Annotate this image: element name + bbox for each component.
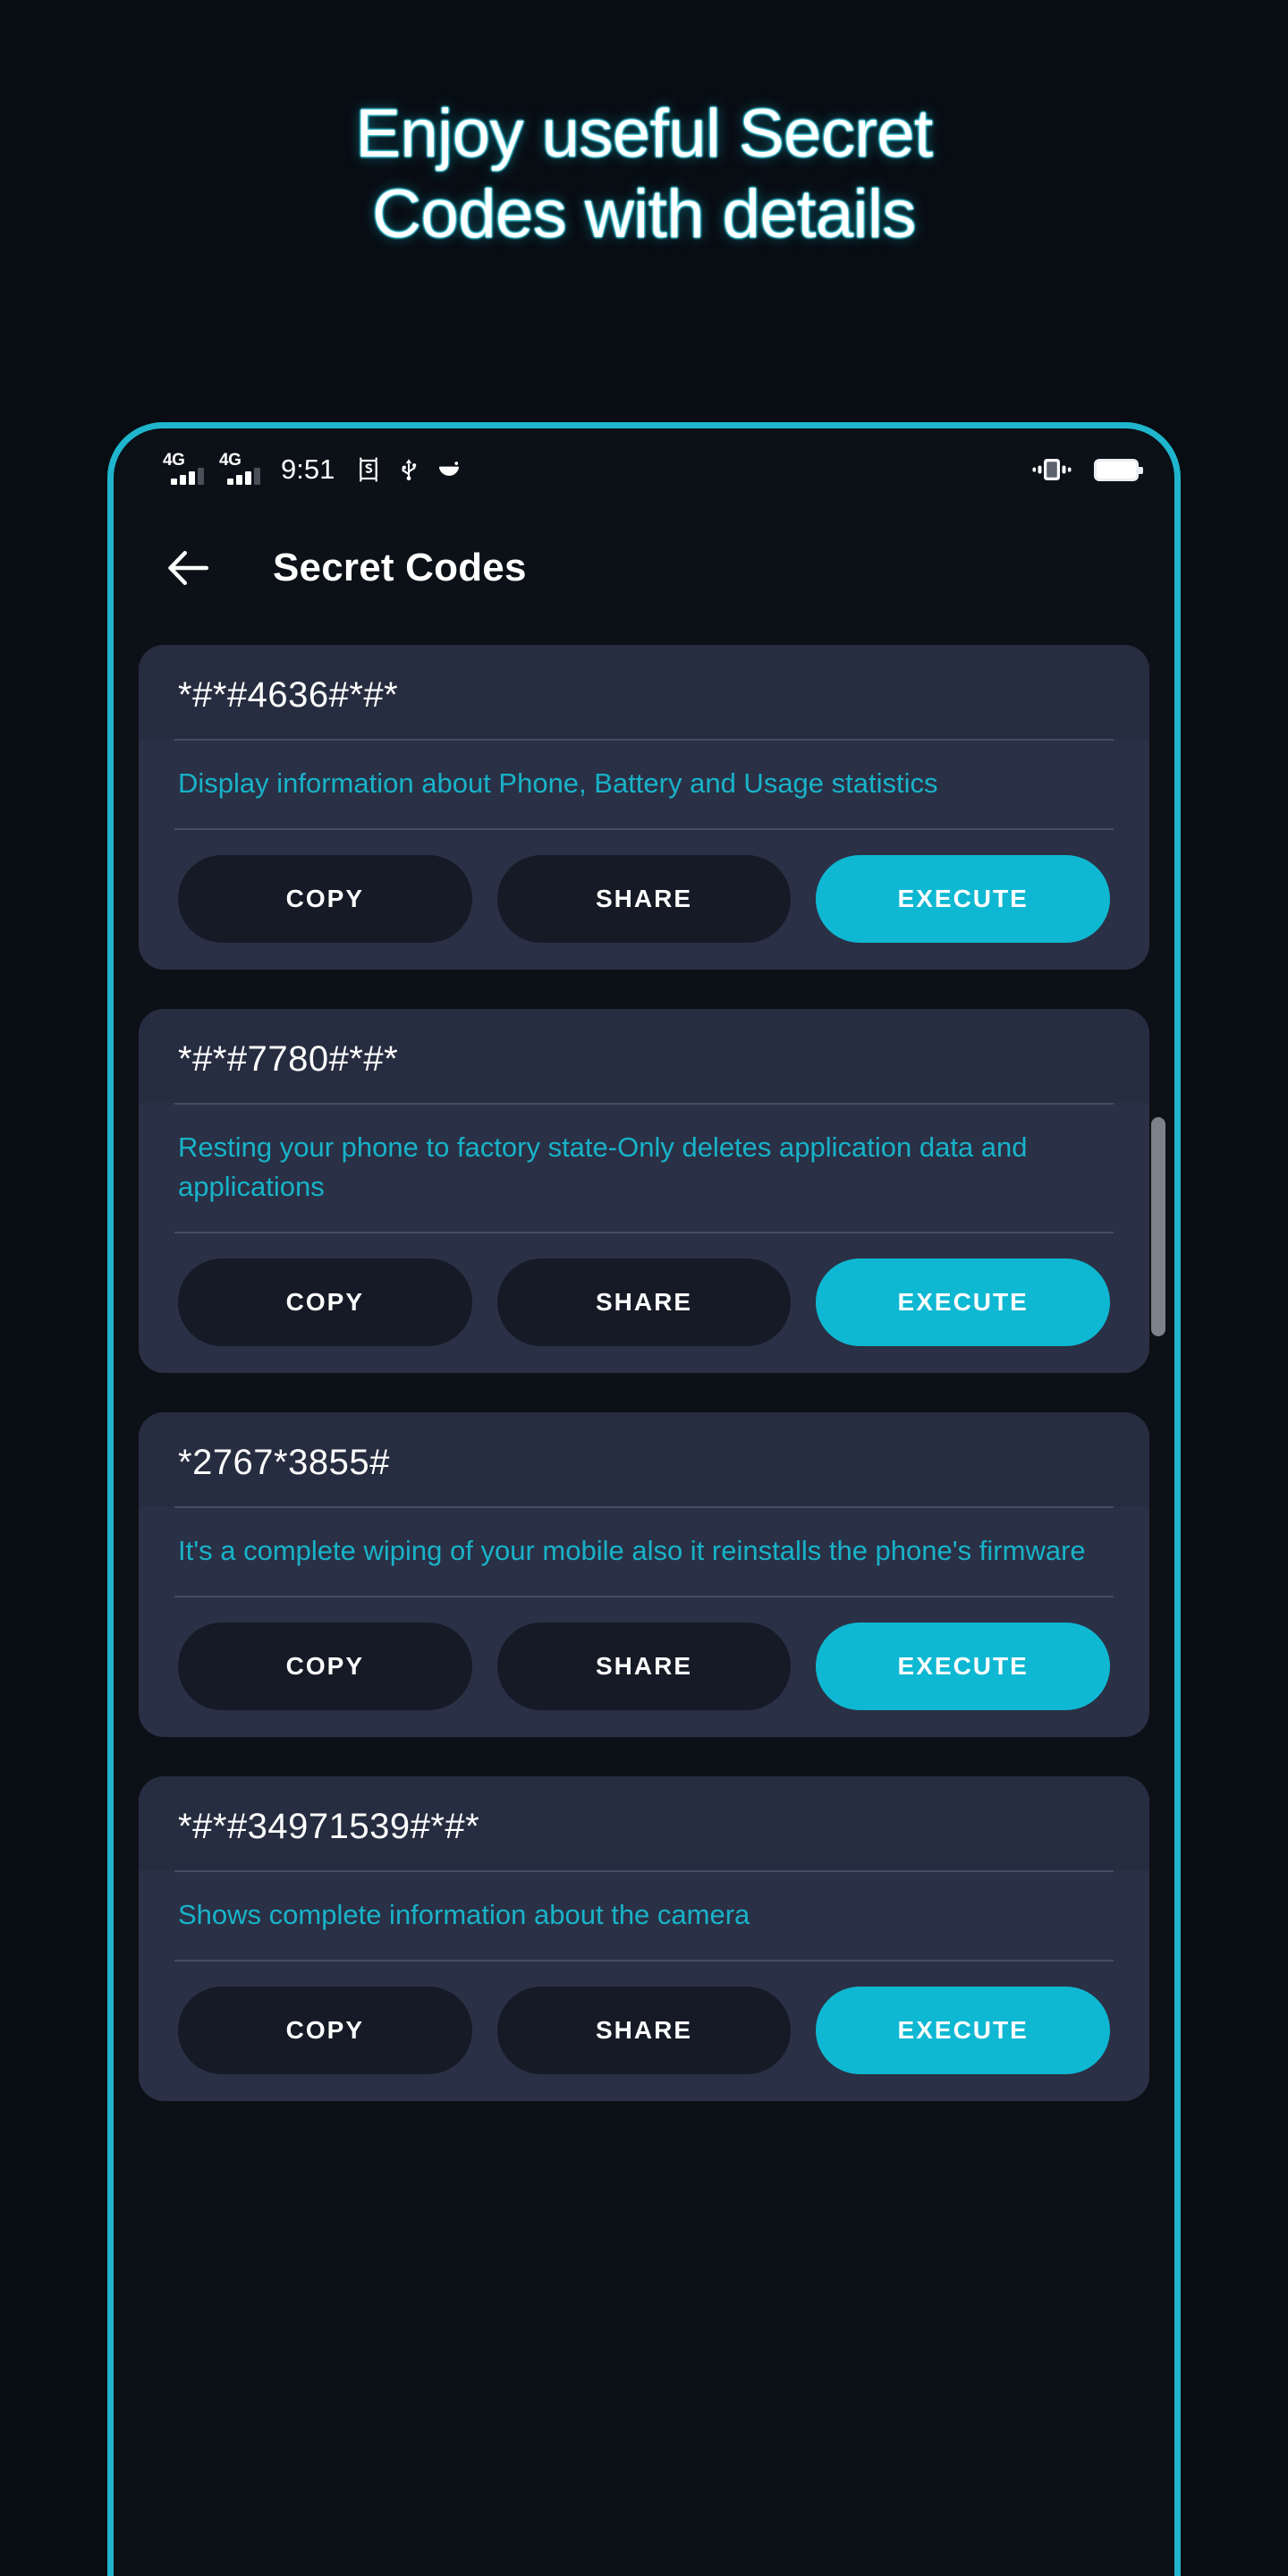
phone-mockup-frame: 4G 4G 9:51 Secret Codes *#*#4636#*#* Dis…	[107, 422, 1181, 2576]
card-action-row: COPY SHARE EXECUTE	[139, 1233, 1149, 1347]
share-button[interactable]: SHARE	[496, 1258, 792, 1347]
vibrate-icon	[1031, 456, 1072, 483]
share-button[interactable]: SHARE	[496, 1987, 792, 2075]
secret-code-description: Display information about Phone, Battery…	[178, 767, 938, 799]
page-title: Secret Codes	[273, 546, 527, 589]
share-button[interactable]: SHARE	[496, 1623, 792, 1711]
secret-code-value: *2767*3855#	[139, 1412, 1149, 1507]
copy-button[interactable]: COPY	[178, 1623, 472, 1711]
network-generation-label-sim1: 4G	[163, 451, 185, 470]
secret-code-card: *2767*3855# It's a complete wiping of yo…	[139, 1412, 1149, 1738]
secret-code-list[interactable]: *#*#4636#*#* Display information about P…	[114, 625, 1174, 2102]
secret-code-card: *#*#4636#*#* Display information about P…	[139, 645, 1149, 970]
execute-button[interactable]: EXECUTE	[816, 1258, 1111, 1347]
signal-bars-sim1	[171, 468, 204, 485]
status-bar-right-group	[1031, 456, 1143, 483]
secret-code-card: *#*#34971539#*#* Shows complete informat…	[139, 1776, 1149, 2102]
secret-code-description: Shows complete information about the cam…	[178, 1899, 750, 1931]
copy-button[interactable]: COPY	[178, 1258, 472, 1347]
network-generation-label-sim2: 4G	[219, 451, 242, 470]
vertical-scrollbar-thumb[interactable]	[1151, 1117, 1165, 1336]
signal-bars-sim2	[227, 468, 260, 485]
promo-headline-line-2: Codes with details	[372, 175, 916, 252]
app-bar: Secret Codes	[114, 511, 1174, 625]
card-action-row: COPY SHARE EXECUTE	[139, 1962, 1149, 2075]
copy-button[interactable]: COPY	[178, 1987, 472, 2075]
copy-button[interactable]: COPY	[178, 855, 472, 944]
share-button[interactable]: SHARE	[496, 855, 792, 944]
card-action-row: COPY SHARE EXECUTE	[139, 830, 1149, 944]
execute-button[interactable]: EXECUTE	[816, 855, 1111, 944]
status-bar-left-group: 4G 4G 9:51	[163, 451, 462, 486]
secret-code-value: *#*#7780#*#*	[139, 1009, 1149, 1104]
usb-icon	[397, 456, 420, 483]
status-bar: 4G 4G 9:51	[114, 428, 1174, 511]
execute-button[interactable]: EXECUTE	[816, 1987, 1111, 2075]
card-action-row: COPY SHARE EXECUTE	[139, 1597, 1149, 1711]
touch-assist-icon	[436, 456, 462, 483]
signal-icon-sim2: 4G	[219, 451, 260, 485]
execute-button[interactable]: EXECUTE	[816, 1623, 1111, 1711]
promo-headline: Enjoy useful Secret Codes with details	[0, 0, 1288, 254]
status-bar-clock: 9:51	[281, 453, 335, 485]
screenshot-icon	[355, 456, 382, 483]
back-arrow-icon[interactable]	[164, 543, 214, 593]
battery-full-icon	[1094, 458, 1143, 481]
secret-code-card: *#*#7780#*#* Resting your phone to facto…	[139, 1009, 1149, 1374]
signal-icon-sim1: 4G	[163, 451, 204, 485]
secret-code-description: It's a complete wiping of your mobile al…	[178, 1535, 1086, 1567]
secret-code-description: Resting your phone to factory state-Only…	[178, 1131, 1028, 1203]
promo-headline-line-1: Enjoy useful Secret	[355, 96, 933, 172]
secret-code-value: *#*#34971539#*#*	[139, 1776, 1149, 1871]
secret-code-value: *#*#4636#*#*	[139, 645, 1149, 739]
